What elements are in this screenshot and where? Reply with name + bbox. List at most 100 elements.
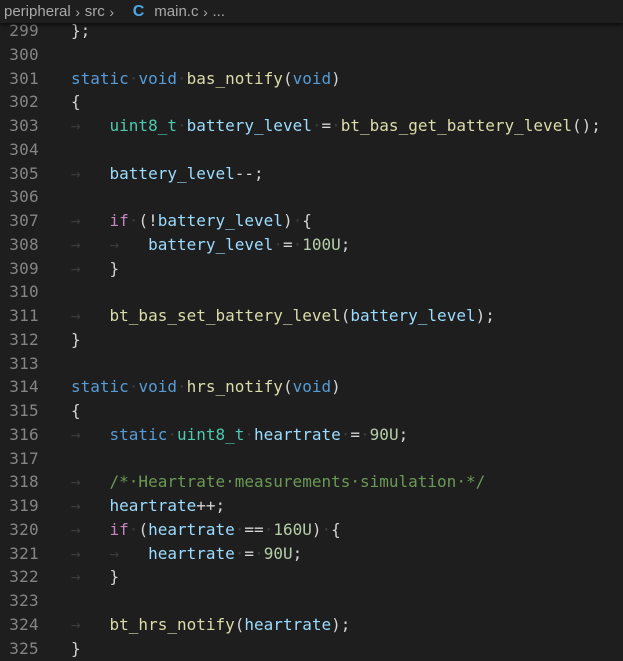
code-token: if [109, 211, 129, 230]
code-token: ); [331, 614, 351, 634]
code-line[interactable]: 307 → if·(!battery_level)·{ [0, 209, 623, 233]
code-token: == [244, 519, 264, 539]
code-token: ; [340, 234, 351, 254]
code-token: battery_level [350, 306, 476, 325]
code-line[interactable]: 301 static·void·bas_notify(void) [0, 67, 623, 91]
code-line[interactable]: 304 [0, 138, 623, 162]
code-line[interactable]: 322 → } [0, 565, 623, 589]
code-token: 90U [263, 543, 293, 563]
code-text: → → battery_level·=·100U; [71, 233, 350, 257]
code-token: }; [71, 21, 91, 40]
code-line[interactable]: 320 → if·(heartrate·==·160U)·{ [0, 518, 623, 542]
breadcrumb-folder-src[interactable]: src [85, 3, 105, 20]
code-line[interactable]: 312} [0, 328, 623, 352]
code-token: ( [340, 306, 351, 325]
code-token: (); [571, 116, 601, 135]
code-token: static [109, 424, 168, 444]
code-text: → bt_hrs_notify(heartrate); [71, 613, 350, 637]
code-token: ( [138, 519, 149, 539]
code-token: 100U [302, 234, 341, 254]
code-token: void [138, 377, 177, 397]
line-number: 307 [9, 211, 39, 230]
code-text: static·void·hrs_notify(void) [71, 375, 341, 399]
code-text: → → heartrate·=·90U; [71, 542, 302, 566]
whitespace-marker: · [234, 519, 245, 539]
whitespace-marker: → [71, 614, 110, 634]
code-line[interactable]: 309 → } [0, 257, 623, 281]
line-number: 310 [9, 282, 39, 302]
code-token: { [71, 401, 81, 420]
code-token: heartrate [254, 424, 341, 444]
breadcrumb-file[interactable]: main.c [154, 3, 198, 20]
code-token: } [109, 258, 120, 278]
whitespace-marker: · [176, 68, 187, 88]
code-token: ) [311, 519, 322, 539]
line-number: 309 [9, 258, 39, 278]
whitespace-marker: · [340, 424, 351, 444]
line-number: 315 [9, 401, 39, 420]
code-text: → bt_bas_set_battery_level(battery_level… [71, 304, 495, 328]
code-area[interactable]: 299}; 300 301 static·void·bas_notify(void) 3… [0, 0, 623, 661]
line-number: 314 [9, 377, 39, 397]
code-line[interactable]: 325} [0, 637, 623, 661]
code-line[interactable]: 323 [0, 589, 623, 613]
code-token: static [71, 68, 129, 88]
whitespace-marker: · [331, 116, 341, 135]
line-number: 302 [9, 92, 39, 112]
code-line[interactable]: 305 → battery_level--; [0, 162, 623, 186]
whitespace-marker: → [71, 306, 110, 325]
code-text: → heartrate++; [71, 494, 225, 518]
line-number: 318 [9, 472, 39, 492]
code-line[interactable]: 318 → /*·Heartrate·measurements·simulatio… [0, 470, 623, 494]
code-line[interactable]: 313 [0, 352, 623, 376]
whitespace-marker: · [292, 211, 303, 230]
whitespace-marker: → [71, 472, 110, 492]
line-number: 305 [9, 163, 39, 183]
code-line[interactable]: 317 [0, 447, 623, 471]
chevron-right-icon: › [203, 3, 208, 20]
breadcrumb-folder-peripheral[interactable]: peripheral [4, 3, 71, 20]
code-line[interactable]: 324 → bt_hrs_notify(heartrate); [0, 613, 623, 637]
code-line[interactable]: 306 [0, 185, 623, 209]
whitespace-marker: · [128, 211, 139, 230]
line-number: 312 [9, 329, 39, 349]
whitespace-marker: → → [71, 234, 149, 254]
whitespace-marker: · [263, 519, 274, 539]
whitespace-marker: → [71, 519, 110, 539]
whitespace-marker: · [176, 377, 187, 397]
code-line[interactable]: 316 → static·uint8_t·heartrate·=·90U; [0, 423, 623, 447]
code-token: bt_hrs_notify [109, 614, 235, 634]
code-token: if [109, 519, 129, 539]
code-line[interactable]: 303 → uint8_t·battery_level·=·bt_bas_get_… [0, 114, 623, 138]
code-line[interactable]: 321 → → heartrate·=·90U; [0, 542, 623, 566]
code-token: ; [292, 543, 303, 563]
code-line[interactable]: 319 → heartrate++; [0, 494, 623, 518]
code-token: void [292, 68, 332, 88]
code-token: 90U [369, 424, 399, 444]
line-number: 319 [9, 496, 39, 515]
code-line[interactable]: 314 static·void·hrs_notify(void) [0, 375, 623, 399]
code-line[interactable]: 311 → bt_bas_set_battery_level(battery_le… [0, 304, 623, 328]
code-token: bt_bas_set_battery_level [109, 306, 341, 325]
code-token: battery_level [109, 163, 235, 183]
code-line[interactable]: 302 { [0, 90, 623, 114]
breadcrumb-symbol-more[interactable]: ... [212, 3, 225, 20]
code-line[interactable]: 300 [0, 43, 623, 67]
code-line[interactable]: 308 → → battery_level·=·100U; [0, 233, 623, 257]
code-token: ( [234, 614, 245, 634]
code-line[interactable]: 315 { [0, 399, 623, 423]
code-text: → if·(!battery_level)·{ [71, 209, 312, 233]
code-token: bt_bas_get_battery_level [340, 116, 572, 135]
code-text: → if·(heartrate·==·160U)·{ [71, 518, 341, 542]
code-token: void [292, 377, 332, 397]
code-text: → battery_level--; [71, 162, 264, 186]
code-token: ++; [196, 496, 226, 515]
whitespace-marker: · [234, 543, 245, 563]
code-token: battery_level [186, 116, 312, 135]
chevron-right-icon: › [109, 3, 115, 20]
line-number: 304 [9, 139, 39, 159]
line-number: 321 [9, 543, 39, 563]
code-token: { [302, 211, 312, 230]
c-file-icon: C [132, 2, 145, 20]
code-line[interactable]: 310 [0, 280, 623, 304]
